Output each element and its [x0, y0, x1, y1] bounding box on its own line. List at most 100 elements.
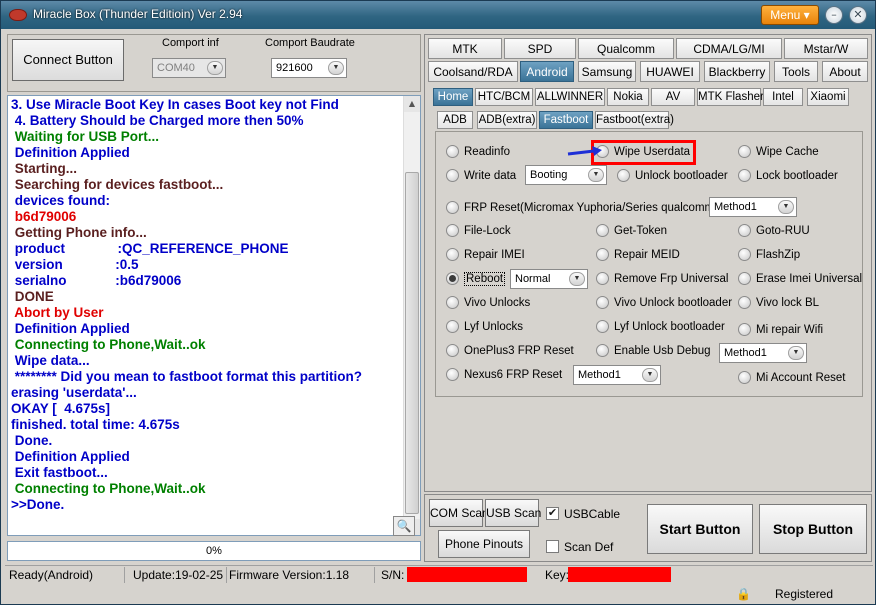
unlock-bootloader-radio[interactable]: Unlock bootloader	[617, 168, 728, 184]
log-panel[interactable]: 3. Use Miracle Boot Key In cases Boot ke…	[7, 95, 421, 536]
baud-select[interactable]: 921600 ▼	[271, 58, 347, 78]
tab-tools[interactable]: Tools	[774, 61, 818, 82]
stop-button[interactable]: Stop Button	[759, 504, 867, 554]
chevron-down-icon: ▼	[778, 200, 794, 214]
reboot-mode-select[interactable]: Normal ▼	[510, 269, 588, 289]
erase-imei-universal-label: Erase Imei Universal	[756, 273, 863, 285]
subtab-nokia[interactable]: Nokia	[607, 88, 649, 106]
log-line: Getting Phone info...	[11, 225, 147, 240]
mi-account-reset-radio[interactable]: Mi Account Reset	[738, 370, 845, 386]
erase-imei-universal-radio[interactable]: Erase Imei Universal	[738, 271, 862, 287]
frp-method-select[interactable]: Method1 ▼	[709, 197, 797, 217]
tab-mtk[interactable]: MTK	[428, 38, 502, 59]
subtab-htc-bcm[interactable]: HTC/BCM	[475, 88, 533, 106]
tab-coolsand-rda[interactable]: Coolsand/RDA	[428, 61, 518, 82]
tab-huawei[interactable]: HUAWEI	[640, 61, 700, 82]
repair-imei-radio[interactable]: Repair IMEI	[446, 247, 525, 263]
tab-android[interactable]: Android	[520, 61, 574, 82]
vivo-lock-bl-radio[interactable]: Vivo lock BL	[738, 295, 819, 311]
checkbox-icon: ✔	[546, 507, 559, 520]
wipe-userdata-highlight	[591, 140, 696, 165]
usb-debug-method-select[interactable]: Method1 ▼	[719, 343, 807, 363]
radio-icon	[446, 344, 459, 357]
tab-about[interactable]: About	[822, 61, 868, 82]
repair-meid-radio[interactable]: Repair MEID	[596, 247, 680, 263]
tab-cdma-lg-mi[interactable]: CDMA/LG/MI	[676, 38, 782, 59]
oneplus3-frp-radio[interactable]: OnePlus3 FRP Reset	[446, 343, 574, 359]
tab-spd[interactable]: SPD	[504, 38, 576, 59]
nexus6-method-select[interactable]: Method1 ▼	[573, 365, 661, 385]
subtab-mtk-flasher[interactable]: MTK Flasher	[697, 88, 764, 106]
tab-qualcomm[interactable]: Qualcomm	[578, 38, 674, 59]
nexus6-frp-radio[interactable]: Nexus6 FRP Reset	[446, 367, 562, 383]
status-key-label: Key:	[545, 568, 570, 582]
status-firmware: Firmware Version:1.18	[229, 567, 375, 583]
chevron-down-icon: ▼	[207, 61, 223, 75]
scan-def-checkbox[interactable]: Scan Def	[546, 540, 613, 554]
close-icon[interactable]: ✕	[849, 6, 867, 24]
scroll-up-icon[interactable]: ▲	[404, 96, 420, 112]
write-data-radio[interactable]: Write data	[446, 168, 516, 184]
log-line: Connecting to Phone,Wait..ok	[11, 337, 206, 352]
subtab-intel[interactable]: Intel	[763, 88, 803, 106]
subtab-adb-extra[interactable]: ADB(extra)	[477, 111, 537, 129]
lock-bootloader-radio[interactable]: Lock bootloader	[738, 168, 838, 184]
tab-samsung[interactable]: Samsung	[578, 61, 636, 82]
phone-pinouts-button[interactable]: Phone Pinouts	[438, 530, 530, 558]
radio-icon	[446, 368, 459, 381]
wipe-cache-radio[interactable]: Wipe Cache	[738, 144, 819, 160]
radio-icon	[446, 320, 459, 333]
log-line: serialno :b6d79006	[11, 273, 182, 288]
subtab-allwinner[interactable]: ALLWINNER	[535, 88, 605, 106]
log-scrollbar[interactable]: ▲ ▼	[403, 96, 420, 535]
comport-select[interactable]: COM40 ▼	[152, 58, 226, 78]
vivo-lock-bl-label: Vivo lock BL	[756, 297, 820, 309]
scroll-thumb[interactable]	[405, 172, 419, 514]
minimize-icon[interactable]: –	[825, 6, 843, 24]
radio-icon	[596, 272, 609, 285]
subtab-adb[interactable]: ADB	[437, 111, 473, 129]
get-token-radio[interactable]: Get-Token	[596, 223, 667, 239]
tab-mstar-w[interactable]: Mstar/W	[784, 38, 868, 59]
enable-usb-debug-radio[interactable]: Enable Usb Debug	[596, 343, 711, 359]
write-data-mode-select[interactable]: Booting ▼	[525, 165, 607, 185]
subtab-xiaomi[interactable]: Xiaomi	[807, 88, 849, 106]
subtab-fastboot-extra[interactable]: Fastboot(extra)	[595, 111, 674, 129]
subtab-home[interactable]: Home	[433, 88, 473, 106]
lyf-unlocks-radio[interactable]: Lyf Unlocks	[446, 319, 523, 335]
usb-scan-button[interactable]: USB Scan	[485, 499, 541, 527]
chevron-down-icon: ▼	[642, 368, 658, 382]
readinfo-radio[interactable]: Readinfo	[446, 144, 510, 160]
repair-imei-label: Repair IMEI	[464, 249, 525, 261]
file-lock-radio[interactable]: File-Lock	[446, 223, 511, 239]
vivo-unlocks-radio[interactable]: Vivo Unlocks	[446, 295, 530, 311]
subtab-fastboot[interactable]: Fastboot	[539, 111, 593, 129]
connect-button[interactable]: Connect Button	[12, 39, 124, 81]
log-line: OKAY [ 4.675s]	[11, 401, 111, 416]
write-data-mode-value: Booting	[530, 169, 568, 181]
scan-def-label: Scan Def	[564, 540, 614, 554]
radio-icon	[446, 145, 459, 158]
usb-cable-label: USBCable	[564, 507, 621, 521]
remove-frp-universal-radio[interactable]: Remove Frp Universal	[596, 271, 728, 287]
radio-icon	[446, 296, 459, 309]
tab-blackberry[interactable]: Blackberry	[704, 61, 770, 82]
mi-repair-wifi-radio[interactable]: Mi repair Wifi	[738, 322, 823, 338]
usb-cable-checkbox[interactable]: ✔ USBCable	[546, 507, 620, 521]
lyf-unlock-bootloader-radio[interactable]: Lyf Unlock bootloader	[596, 319, 725, 335]
log-search-icon[interactable]: 🔍	[393, 516, 415, 536]
readinfo-label: Readinfo	[464, 146, 511, 158]
radio-icon	[738, 371, 751, 384]
subtab-av[interactable]: AV	[651, 88, 695, 106]
radio-icon	[738, 169, 751, 182]
goto-ruu-radio[interactable]: Goto-RUU	[738, 223, 810, 239]
menu-button[interactable]: Menu ▾	[761, 5, 819, 25]
flashzip-radio[interactable]: FlashZip	[738, 247, 800, 263]
frp-reset-radio[interactable]: FRP Reset(Micromax Yuphoria/Series qualc…	[446, 200, 718, 216]
com-scan-button[interactable]: COM Scan	[429, 499, 489, 527]
reboot-radio[interactable]: Reboot	[446, 271, 506, 287]
vivo-unlock-bootloader-radio[interactable]: Vivo Unlock bootloader	[596, 295, 732, 311]
status-state: Ready(Android)	[9, 567, 125, 583]
start-button[interactable]: Start Button	[647, 504, 753, 554]
reboot-label: Reboot	[464, 272, 506, 286]
